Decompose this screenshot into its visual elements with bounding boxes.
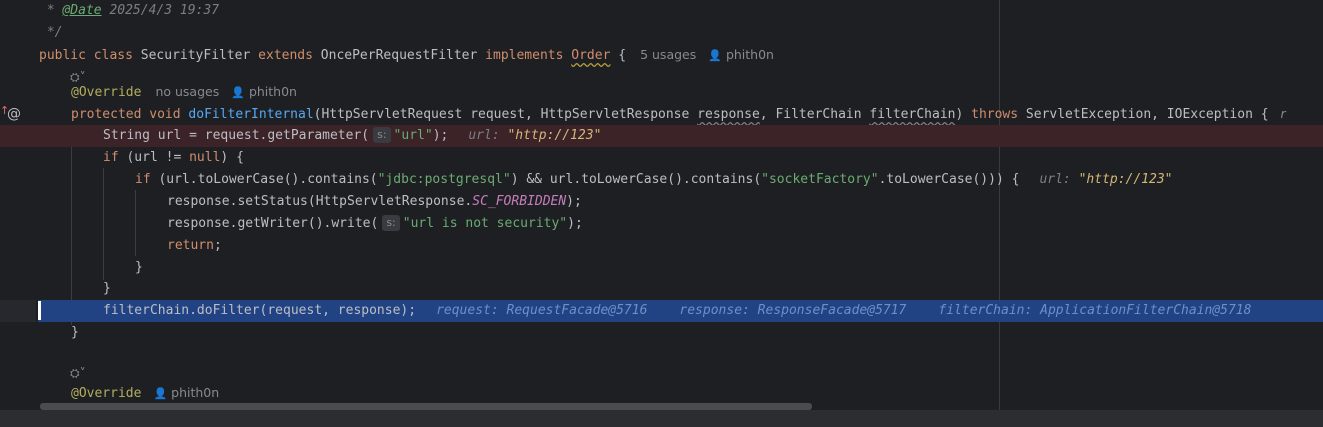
horizontal-scrollbar[interactable] [40, 403, 812, 410]
keyword-protected: protected [71, 107, 142, 122]
if-condition-b: ) && url.toLowerCase().contains( [510, 172, 762, 187]
code-line-close-inner-if[interactable]: } [0, 257, 1323, 279]
implements-marker-icon[interactable]: @ [7, 103, 21, 125]
method-params: ) [955, 107, 972, 122]
close-brace: } [135, 260, 143, 275]
if-condition: (url != [118, 150, 190, 165]
author-hint[interactable]: phith0n [171, 385, 219, 400]
keyword-implements: implements [485, 48, 564, 63]
close-brace: } [103, 281, 111, 296]
keyword-public: public [39, 48, 86, 63]
keyword-void: void [149, 107, 181, 122]
usages-hint[interactable]: no usages [155, 84, 219, 99]
code-line-doc-close[interactable]: */ [0, 22, 1323, 44]
param-filter-chain[interactable]: filterChain [869, 107, 955, 122]
code-line-write[interactable]: response.getWriter().write(s: "url is not… [0, 213, 1323, 235]
do-filter-call: filterChain.doFilter(request, response); [103, 303, 417, 318]
class-name[interactable]: SecurityFilter [141, 48, 251, 63]
statement-end: ); [567, 216, 583, 231]
usages-hint[interactable]: 5 usages [640, 47, 696, 62]
debug-value-request[interactable]: request: RequestFacade@5716 [436, 303, 647, 318]
ai-assist-icon[interactable]: ⛭˅ [70, 362, 86, 384]
keyword-throws: throws [971, 107, 1019, 122]
code-line-override[interactable]: @Override no usages 👤 phith0n [0, 81, 1323, 103]
statement-end: ); [432, 128, 449, 143]
annotation-override: @Override [71, 386, 142, 401]
code-line-execution-point[interactable]: filterChain.doFilter(request, response);… [38, 300, 1323, 322]
param-inlay-hint: s: [373, 127, 391, 143]
code-editor[interactable]: * @Date 2025/4/3 19:37 */ public class S… [0, 0, 1323, 427]
code-line-return[interactable]: return; [0, 235, 1323, 257]
keyword-return: return [167, 238, 214, 253]
debug-value-response[interactable]: response: ResponseFacade@5717 [679, 303, 906, 318]
code-line-set-status[interactable]: response.setStatus(HttpServletResponse.S… [0, 191, 1323, 213]
code-line-breakpoint[interactable]: String url = request.getParameter(s: "url… [0, 125, 1323, 147]
debug-value-url: url: "http://123" [1039, 172, 1172, 187]
doc-date-tag: @Date [62, 3, 102, 18]
doc-comment-close: */ [39, 25, 63, 40]
constant-sc-forbidden: SC_FORBIDDEN [472, 194, 567, 209]
code-line-override-2[interactable]: @Override 👤 phith0n [0, 382, 1323, 404]
keyword-null: null [189, 150, 221, 165]
method-name[interactable]: doFilterInternal [188, 107, 313, 122]
caret [38, 301, 41, 320]
keyword-if: if [135, 172, 151, 187]
interface-name[interactable]: Order [571, 48, 610, 63]
debug-var-name: url: [1039, 172, 1071, 187]
write-call: response.getWriter().write( [167, 216, 379, 231]
string-url-not-security: "url is not security" [402, 216, 568, 231]
statement-end: ); [566, 194, 582, 209]
if-open: ) { [220, 150, 244, 165]
status-bar [0, 410, 1323, 427]
debug-var-name: url: [468, 128, 500, 143]
author-icon: 👤 [708, 49, 722, 62]
keyword-if: if [103, 150, 119, 165]
debug-value-url: url: "http://123" [468, 128, 601, 143]
url-declaration: String url = request.getParameter( [103, 128, 370, 143]
doc-comment-prefix: * [39, 3, 63, 18]
debug-var-value[interactable]: "http://123" [507, 128, 601, 143]
debug-var-value[interactable]: "http://123" [1079, 172, 1173, 187]
set-status-call: response.setStatus(HttpServletResponse. [167, 194, 473, 209]
debug-value-filter-chain[interactable]: filterChain: ApplicationFilterChain@5718 [938, 303, 1251, 318]
author-hint[interactable]: phith0n [249, 84, 297, 99]
method-exceptions: ServletException, IOException { [1018, 107, 1269, 122]
doc-date-value: 2025/4/3 19:37 [101, 3, 220, 18]
author-hint[interactable]: phith0n [726, 47, 774, 62]
code-line-close-method[interactable]: } [0, 322, 1323, 344]
method-params: (HttpServletRequest request, HttpServlet… [313, 107, 698, 122]
string-jdbc-postgresql: "jdbc:postgresql" [377, 172, 511, 187]
code-line-close-if[interactable]: } [0, 278, 1323, 300]
code-line-if-contains[interactable]: if (url.toLowerCase().contains("jdbc:pos… [0, 169, 1323, 191]
close-brace: } [71, 325, 79, 340]
if-condition-a: (url.toLowerCase().contains( [150, 172, 378, 187]
code-line-method-signature[interactable]: ↑ @ protected void doFilterInternal(Http… [0, 103, 1323, 125]
if-condition-c: .toLowerCase())) { [878, 172, 1020, 187]
class-open-brace: { [618, 48, 627, 63]
param-response[interactable]: response [697, 107, 760, 122]
author-icon: 👤 [231, 86, 245, 99]
parent-class-name[interactable]: OncePerRequestFilter [321, 48, 478, 63]
method-params: , FilterChain [759, 107, 870, 122]
string-url: "url" [393, 128, 433, 143]
param-inlay-hint: s: [382, 215, 400, 231]
code-line-class-declaration[interactable]: public class SecurityFilter extends Once… [0, 44, 1323, 66]
code-line-if-null[interactable]: if (url != null) { [0, 147, 1323, 169]
author-hint-truncated: r [1280, 106, 1286, 121]
keyword-extends: extends [258, 48, 313, 63]
code-line-doc-date[interactable]: * @Date 2025/4/3 19:37 [0, 0, 1323, 22]
annotation-override: @Override [71, 85, 142, 100]
statement-end: ; [213, 238, 222, 253]
author-icon: 👤 [153, 387, 168, 400]
string-socket-factory: "socketFactory" [761, 172, 879, 187]
keyword-class: class [93, 48, 133, 63]
